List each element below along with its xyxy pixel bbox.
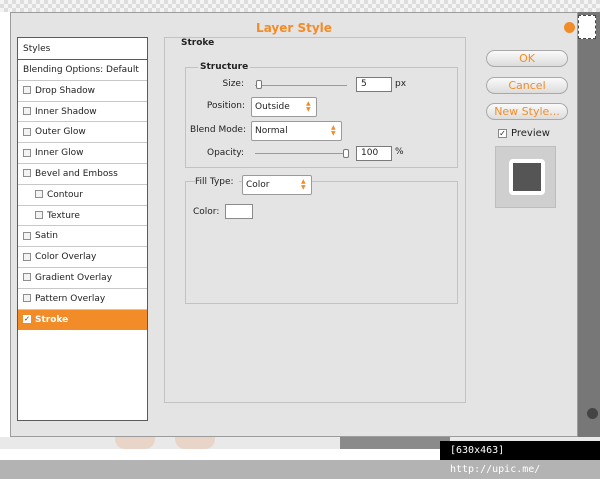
select-arrows-icon: ▲ ▼ xyxy=(306,100,311,113)
styles-list: Styles Blending Options: Default Drop Sha… xyxy=(17,37,148,421)
preview-shape xyxy=(509,159,545,195)
structure-group-title: Structure xyxy=(198,62,251,72)
close-icon[interactable] xyxy=(564,22,575,33)
opacity-unit: % xyxy=(395,147,404,157)
fill-type-group xyxy=(185,181,458,304)
canvas-transparency-strip xyxy=(0,0,600,12)
styles-item-label: Gradient Overlay xyxy=(35,272,113,283)
background-figure-left xyxy=(115,437,155,449)
fill-type-label: Fill Type: xyxy=(195,177,239,187)
styles-item-blending-options-default[interactable]: Blending Options: Default xyxy=(18,60,147,81)
styles-item-label: Bevel and Emboss xyxy=(35,168,118,179)
styles-item-bevel-and-emboss[interactable]: Bevel and Emboss xyxy=(18,164,147,185)
background-layer-thumb xyxy=(578,15,596,39)
size-slider-track[interactable] xyxy=(255,85,347,86)
stroke-color-swatch[interactable] xyxy=(225,204,253,219)
styles-item-checkbox[interactable] xyxy=(35,211,43,220)
styles-item-label: Inner Glow xyxy=(35,148,84,159)
size-input[interactable]: 5 xyxy=(356,77,392,92)
styles-item-checkbox[interactable] xyxy=(35,190,43,199)
styles-item-checkbox[interactable] xyxy=(23,273,31,282)
styles-item-satin[interactable]: Satin xyxy=(18,226,147,248)
styles-item-checkbox[interactable] xyxy=(23,231,31,240)
styles-item-label: Texture xyxy=(47,210,80,221)
styles-item-checkbox[interactable]: ✓ xyxy=(23,315,31,324)
position-select-value: Outside xyxy=(255,102,290,112)
blend-mode-select-value: Normal xyxy=(255,126,288,136)
styles-item-color-overlay[interactable]: Color Overlay xyxy=(18,247,147,268)
styles-item-label: Blending Options: Default xyxy=(23,65,139,75)
styles-item-outer-glow[interactable]: Outer Glow xyxy=(18,122,147,144)
image-host-caption: [630x463] http://upic.me/ xyxy=(440,441,600,475)
size-label: Size: xyxy=(222,79,244,89)
opacity-slider-handle[interactable] xyxy=(343,149,349,158)
opacity-input[interactable]: 100 xyxy=(356,146,392,161)
cancel-button[interactable]: Cancel xyxy=(486,77,568,94)
styles-item-checkbox[interactable] xyxy=(23,86,31,95)
color-label: Color: xyxy=(193,207,220,217)
preview-checkbox[interactable]: ✓ xyxy=(498,128,507,138)
position-label: Position: xyxy=(206,101,245,111)
styles-item-drop-shadow[interactable]: Drop Shadow xyxy=(18,81,147,102)
size-unit: px xyxy=(395,79,407,89)
styles-item-checkbox[interactable] xyxy=(23,294,31,303)
fill-type-select[interactable]: Color ▲ ▼ xyxy=(242,175,312,195)
styles-item-gradient-overlay[interactable]: Gradient Overlay xyxy=(18,268,147,289)
background-panel-right xyxy=(578,12,600,452)
styles-item-inner-shadow[interactable]: Inner Shadow xyxy=(18,102,147,123)
styles-item-contour[interactable]: Contour xyxy=(18,185,147,206)
blend-mode-select[interactable]: Normal ▲ ▼ xyxy=(251,121,342,141)
background-figure-right xyxy=(175,437,215,449)
corner-status-icon xyxy=(587,408,598,419)
styles-item-pattern-overlay[interactable]: Pattern Overlay xyxy=(18,289,147,310)
styles-item-checkbox[interactable] xyxy=(23,107,31,116)
styles-item-texture[interactable]: Texture xyxy=(18,206,147,227)
opacity-slider-track[interactable] xyxy=(255,153,347,154)
styles-item-inner-glow[interactable]: Inner Glow xyxy=(18,143,147,164)
styles-item-label: Contour xyxy=(47,189,83,200)
select-arrows-icon: ▲ ▼ xyxy=(301,178,306,191)
preview-label: Preview xyxy=(511,128,550,139)
styles-item-stroke[interactable]: ✓ Stroke xyxy=(18,309,147,331)
styles-item-checkbox[interactable] xyxy=(23,169,31,178)
styles-item-label: Color Overlay xyxy=(35,252,97,263)
styles-item-checkbox[interactable] xyxy=(23,127,31,136)
fill-type-select-value: Color xyxy=(246,180,270,190)
ok-button[interactable]: OK xyxy=(486,50,568,67)
preview-thumbnail xyxy=(495,146,556,208)
size-slider-handle[interactable] xyxy=(256,80,262,89)
position-select[interactable]: Outside ▲ ▼ xyxy=(251,97,317,117)
styles-item-label: Pattern Overlay xyxy=(35,293,106,304)
styles-item-checkbox[interactable] xyxy=(23,148,31,157)
opacity-label: Opacity: xyxy=(207,148,244,158)
styles-item-checkbox[interactable] xyxy=(23,252,31,261)
styles-item-label: Drop Shadow xyxy=(35,85,96,96)
styles-item-label: Inner Shadow xyxy=(35,106,97,117)
preview-toggle[interactable]: ✓ Preview xyxy=(498,128,550,139)
styles-item-label: Stroke xyxy=(35,314,69,325)
blend-mode-label: Blend Mode: xyxy=(189,125,246,135)
styles-item-label: Outer Glow xyxy=(35,127,86,138)
stroke-section-title: Stroke xyxy=(181,38,215,48)
select-arrows-icon: ▲ ▼ xyxy=(331,124,336,137)
new-style-button[interactable]: New Style... xyxy=(486,103,568,120)
styles-item-label: Satin xyxy=(35,231,58,242)
styles-list-header[interactable]: Styles xyxy=(18,38,147,60)
